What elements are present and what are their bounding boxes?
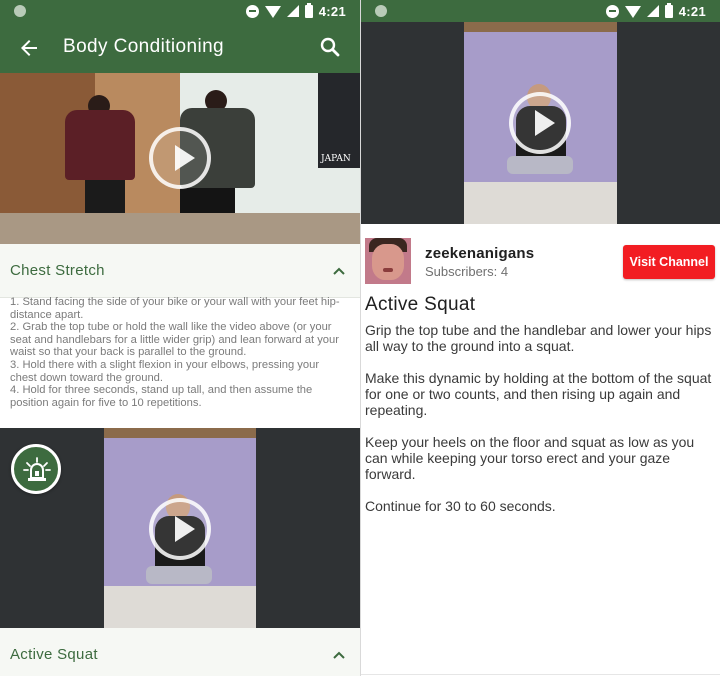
- section-title: Active Squat: [10, 646, 98, 663]
- visit-channel-button[interactable]: Visit Channel: [623, 245, 715, 279]
- video-title: Active Squat: [365, 294, 476, 315]
- chest-stretch-steps: 1. Stand facing the side of your bike or…: [10, 296, 348, 409]
- video-floor: [0, 213, 360, 244]
- status-time: 4:21: [318, 3, 346, 19]
- siren-icon: [23, 457, 51, 481]
- wifi-icon: [624, 6, 641, 18]
- accordion-active-squat[interactable]: Active Squat: [0, 628, 360, 676]
- video-person-legs: [507, 156, 573, 174]
- description-paragraph: Grip the top tube and the handlebar and …: [365, 322, 712, 354]
- video-floor: [104, 586, 256, 628]
- play-icon[interactable]: [509, 92, 571, 154]
- status-icons: 4:21: [245, 2, 346, 20]
- step-text: 3. Hold there with a slight flexion in y…: [10, 358, 320, 384]
- accordion-chest-stretch[interactable]: Chest Stretch: [0, 244, 360, 298]
- channel-info: zeekenanigans Subscribers: 4 Visit Chann…: [361, 224, 720, 290]
- video-floor: [464, 182, 617, 224]
- chevron-up-icon[interactable]: [332, 648, 346, 662]
- video-poster: JAPAN: [318, 73, 360, 168]
- page-title: Body Conditioning: [63, 36, 225, 57]
- left-screen: 4:21 Body Conditioning JAPAN Chest Stret…: [0, 0, 360, 676]
- signal-icon: [646, 5, 659, 17]
- battery-icon: [664, 2, 673, 18]
- wifi-icon: [264, 6, 281, 18]
- status-bar: 4:21: [0, 0, 360, 22]
- status-bar: 4:21: [361, 0, 720, 22]
- chevron-up-icon[interactable]: [332, 264, 346, 278]
- video-person-legs: [180, 188, 235, 213]
- description-paragraph: Make this dynamic by holding at the bott…: [365, 370, 712, 418]
- battery-icon: [304, 2, 313, 18]
- status-time: 4:21: [678, 3, 706, 19]
- siren-badge[interactable]: [11, 444, 61, 494]
- video-ceiling: [104, 428, 256, 438]
- search-icon[interactable]: [318, 35, 342, 59]
- notification-dot-icon: [375, 5, 387, 17]
- status-icons: 4:21: [605, 2, 706, 20]
- play-icon[interactable]: [149, 498, 211, 560]
- play-icon[interactable]: [149, 127, 211, 189]
- step-text: 4. Hold for three seconds, stand up tall…: [10, 384, 313, 409]
- subscriber-count: Subscribers: 4: [425, 264, 509, 279]
- channel-name[interactable]: zeekenanigans: [425, 245, 534, 262]
- step-text: 1. Stand facing the side of your bike or…: [10, 296, 340, 321]
- video-ceiling: [464, 22, 617, 32]
- chest-stretch-video[interactable]: JAPAN: [0, 73, 360, 244]
- app-bar: Body Conditioning: [0, 22, 360, 73]
- do-not-disturb-icon: [605, 4, 619, 18]
- step-text: 2. Grab the top tube or hold the wall li…: [10, 321, 339, 359]
- video-person-legs: [146, 566, 212, 584]
- do-not-disturb-icon: [245, 4, 259, 18]
- signal-icon: [286, 5, 299, 17]
- video-person: [65, 110, 135, 180]
- poster-text: JAPAN: [320, 154, 351, 164]
- avatar[interactable]: [365, 238, 411, 284]
- right-screen: 4:21 zeekenanigans Subscribers: 4 Visit …: [361, 0, 720, 676]
- section-title: Chest Stretch: [10, 262, 105, 279]
- active-squat-player[interactable]: [361, 22, 720, 224]
- video-description: Grip the top tube and the handlebar and …: [365, 322, 715, 530]
- description-paragraph: Keep your heels on the floor and squat a…: [365, 434, 695, 482]
- description-paragraph: Continue for 30 to 60 seconds.: [365, 498, 556, 514]
- video-person-legs: [85, 180, 125, 213]
- notification-dot-icon: [14, 5, 26, 17]
- bottom-divider: [361, 674, 720, 675]
- back-arrow-icon[interactable]: [17, 36, 41, 60]
